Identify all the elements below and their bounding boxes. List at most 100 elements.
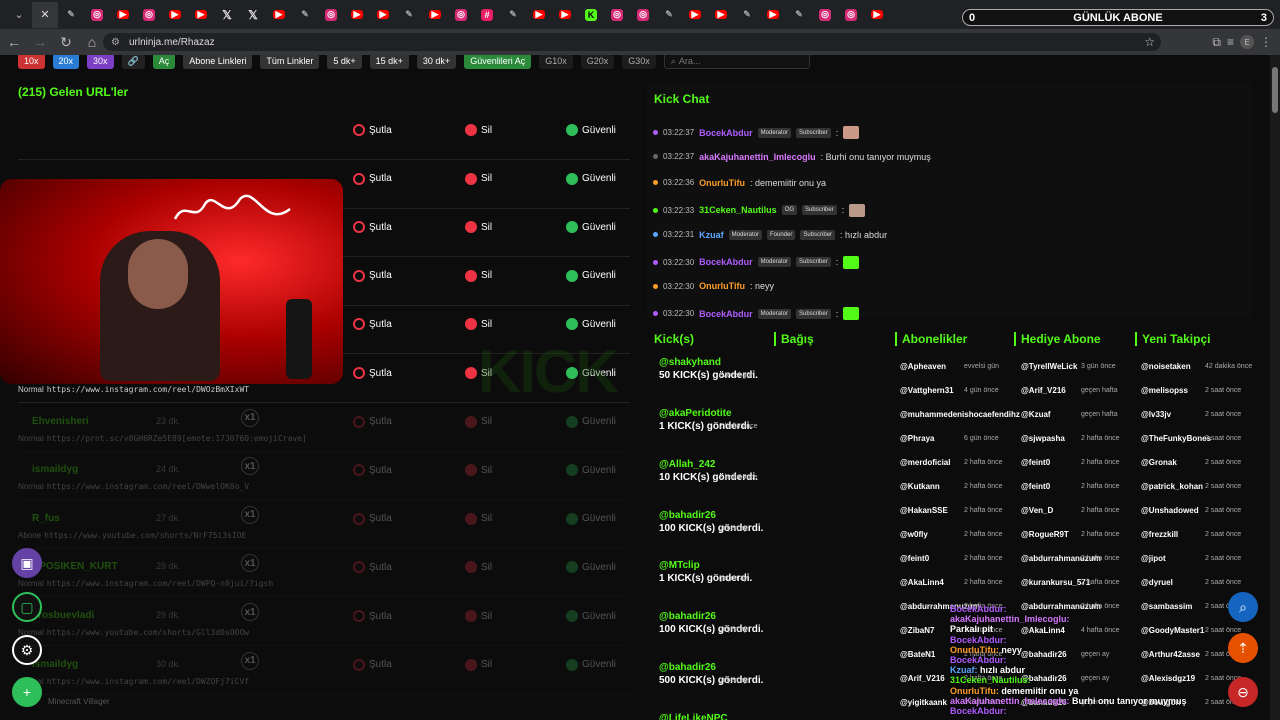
kick-username[interactable]: @LifeLikeNPC [659,712,769,720]
tab-search-dropdown[interactable]: ⌄ [6,2,32,28]
list-username[interactable]: @BateN1 [900,650,935,659]
subscriber-links-button[interactable]: Abone Linkleri [183,55,253,69]
list-username[interactable]: @AkaLinn4 [1021,626,1065,635]
list-username[interactable]: @sambassim [1141,602,1192,611]
delete-button[interactable]: Sil [465,172,492,185]
tab-youtube-icon[interactable]: ▶ [708,2,734,28]
kick-username[interactable]: @akaPeridotite [659,407,769,420]
message-username[interactable]: akaKajuhanettin_Imlecoglu [699,152,816,162]
tab-pen-icon[interactable]: ✎ [292,2,318,28]
filter-20x-button[interactable]: 20x [52,55,80,69]
delete-button[interactable]: Sil [465,658,492,671]
skip-button[interactable]: Şutla [353,464,392,477]
profile-avatar[interactable]: E [1240,35,1254,49]
tab-instagram-icon[interactable]: ◎ [136,2,162,28]
skip-button[interactable]: Şutla [353,124,392,136]
row-url[interactable]: Normal https://www.instagram.com/reel/DWO… [18,385,249,394]
row-username[interactable]: APOSIKEN_KURT [32,561,118,572]
row-url[interactable]: Normal https://prnt.sc/v8GH6RZe5E89[emote… [18,434,307,443]
kick-username[interactable]: @bahadir26 [659,661,769,674]
tab-youtube-icon[interactable]: ▶ [344,2,370,28]
list-username[interactable]: @TyrellWeLick [1021,362,1077,371]
list-username[interactable]: @feint0 [1021,458,1050,467]
tab-youtube-icon[interactable]: ▶ [266,2,292,28]
all-links-button[interactable]: Tüm Linkler [260,55,320,69]
bookmark-star-icon[interactable]: ☆ [1144,35,1155,49]
twitch-icon[interactable]: ▣ [12,548,42,578]
search-fab-icon[interactable]: ⌕ [1228,592,1258,622]
safe-button[interactable]: Güvenli [566,221,616,234]
row-url[interactable]: Normal https://www.instagram.com/reel/DWw… [18,482,249,491]
row-url[interactable] [18,142,21,151]
tab-youtube-icon[interactable]: ▶ [188,2,214,28]
delete-button[interactable]: Sil [465,512,492,525]
tab-youtube-icon[interactable]: ▶ [760,2,786,28]
list-username[interactable]: @Vattghern31 [900,386,954,395]
tab-youtube-icon[interactable]: ▶ [526,2,552,28]
kick-username[interactable]: @Allah_242 [659,458,769,471]
safe-button[interactable]: Güvenli [566,464,616,477]
skip-button[interactable]: Şutla [353,610,392,622]
add-user-icon[interactable]: + [12,677,42,707]
menu-kebab-icon[interactable]: ⋮ [1260,35,1272,49]
forward-arrow-icon[interactable]: → [28,30,52,54]
list-username[interactable]: @HakanSSE [900,506,948,515]
back-arrow-icon[interactable]: ← [2,30,26,54]
kick-username[interactable]: @bahadir26 [659,509,769,522]
filter-g10x-button[interactable]: G10x [539,55,573,69]
tab-pen-icon[interactable]: ✎ [656,2,682,28]
delete-button[interactable]: Sil [465,269,492,282]
tab-instagram-icon[interactable]: ◎ [838,2,864,28]
tab-pen-icon[interactable]: ✎ [396,2,422,28]
tab-pen-icon[interactable]: ✎ [58,2,84,28]
row-url[interactable]: Abone https://www.youtube.com/shorts/NrF7… [18,531,246,540]
list-username[interactable]: @Arif_V216 [1021,386,1066,395]
delete-button[interactable]: Sil [465,124,492,136]
tab-youtube-icon[interactable]: ▶ [110,2,136,28]
message-username[interactable]: BocekAbdur [699,309,753,319]
list-username[interactable]: @jipot [1141,554,1166,563]
filter-g20x-button[interactable]: G20x [580,55,615,69]
delete-button[interactable]: Sil [465,561,492,574]
safe-button[interactable]: Güvenli [566,561,616,574]
filter-15min-button[interactable]: 15 dk+ [369,55,409,69]
skip-button[interactable]: Şutla [353,221,392,234]
open-safe-button[interactable]: Güvenlileri Aç [464,55,532,69]
row-username[interactable]: R_fus [32,513,60,524]
tab-youtube-icon[interactable]: ▶ [682,2,708,28]
tab-x-icon[interactable]: 𝕏 [214,2,240,28]
list-username[interactable]: @lv33jv [1141,410,1171,419]
list-username[interactable]: @kurankursu_571 [1021,578,1090,587]
row-username[interactable]: orosbuevladi [32,610,94,621]
list-username[interactable]: @patrick_kohan [1141,482,1203,491]
safe-button[interactable]: Güvenli [566,172,616,185]
message-username[interactable]: BocekAbdur [699,257,753,267]
list-username[interactable]: @Kzuaf [1021,410,1051,419]
screen-icon[interactable]: ▢ [12,592,42,622]
skip-button[interactable]: Şutla [353,561,392,574]
list-username[interactable]: @GoodyMaster1 [1141,626,1204,635]
site-info-icon[interactable]: ⚙ [111,37,120,48]
message-username[interactable]: BocekAbdur [699,128,753,138]
delete-button[interactable]: Sil [465,221,492,234]
open-button[interactable]: Aç [152,55,176,69]
safe-button[interactable]: Güvenli [566,318,616,331]
list-username[interactable]: @frezzkill [1141,530,1178,539]
link-filter-icon[interactable]: 🔗 [121,55,145,69]
skip-button[interactable]: Şutla [353,658,392,671]
kick-username[interactable]: @MTclip [659,559,769,572]
skip-button[interactable]: Şutla [353,512,392,525]
list-username[interactable]: @Kutkann [900,482,940,491]
list-username[interactable]: @TheFunkyBones [1141,434,1211,443]
tab-youtube-icon[interactable]: ▶ [864,2,890,28]
filter-30min-button[interactable]: 30 dk+ [416,55,457,69]
row-url[interactable]: Normal https://www.youtube.com/shorts/Gll… [18,628,249,637]
list-username[interactable]: @Gronak [1141,458,1177,467]
tab-youtube-icon[interactable]: ▶ [370,2,396,28]
list-username[interactable]: @Arif_V216 [900,674,945,683]
reading-list-icon[interactable]: ≡ [1227,35,1234,49]
filter-5min-button[interactable]: 5 dk+ [327,55,362,69]
tab-pen-icon[interactable]: ✎ [500,2,526,28]
tab-youtube-icon[interactable]: ▶ [422,2,448,28]
list-username[interactable]: @ZibaN7 [900,626,934,635]
